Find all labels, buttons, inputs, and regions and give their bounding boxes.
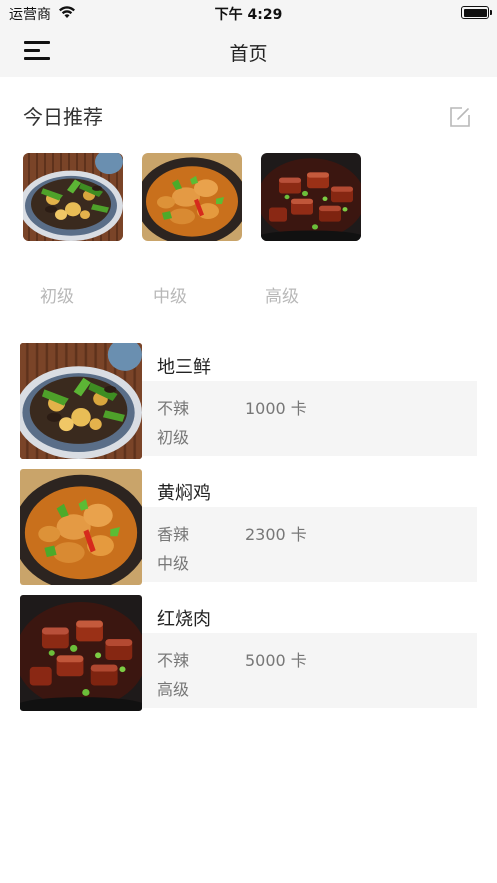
dish-image <box>20 595 142 711</box>
dish-name: 黄焖鸡 <box>157 483 211 504</box>
dish-spice: 香辣 <box>157 525 190 544</box>
dish-list-item[interactable]: 地三鲜 不辣 1000 卡 初级 <box>20 343 477 459</box>
dish-name: 地三鲜 <box>157 357 211 378</box>
recommend-thumb-advanced[interactable] <box>261 153 361 241</box>
battery-icon <box>461 6 492 19</box>
status-bar: 运营商 下午 4:29 <box>0 0 497 26</box>
recommend-section-title: 今日推荐 <box>23 105 103 129</box>
dish-level: 初级 <box>157 428 190 447</box>
dish-calories: 1000 卡 <box>245 399 307 418</box>
dish-list-item[interactable]: 红烧肉 不辣 5000 卡 高级 <box>20 595 477 711</box>
dish-list-item[interactable]: 黄焖鸡 香辣 2300 卡 中级 <box>20 469 477 585</box>
recommend-level-intermediate[interactable]: 中级 <box>135 282 205 307</box>
status-time: 下午 4:29 <box>214 7 283 23</box>
recommend-level-advanced[interactable]: 高级 <box>247 282 317 307</box>
recommend-thumb-beginner[interactable] <box>23 153 123 241</box>
dish-name: 红烧肉 <box>157 609 211 630</box>
dish-spice: 不辣 <box>157 651 190 670</box>
dish-image <box>20 469 142 585</box>
edit-icon[interactable] <box>449 106 471 128</box>
dish-calories: 2300 卡 <box>245 525 307 544</box>
dish-info-panel: 香辣 2300 卡 中级 <box>142 507 477 582</box>
recommend-level-beginner[interactable]: 初级 <box>22 282 92 307</box>
recommend-thumb-intermediate[interactable] <box>142 153 242 241</box>
page-title: 首页 <box>229 43 268 65</box>
dish-spice: 不辣 <box>157 399 190 418</box>
dish-level: 中级 <box>157 554 190 573</box>
dish-level: 高级 <box>157 680 190 699</box>
dish-info-panel: 不辣 1000 卡 初级 <box>142 381 477 456</box>
dish-image <box>20 343 142 459</box>
navigation-bar: 首页 <box>0 26 497 77</box>
dish-info-panel: 不辣 5000 卡 高级 <box>142 633 477 708</box>
dish-calories: 5000 卡 <box>245 651 307 670</box>
